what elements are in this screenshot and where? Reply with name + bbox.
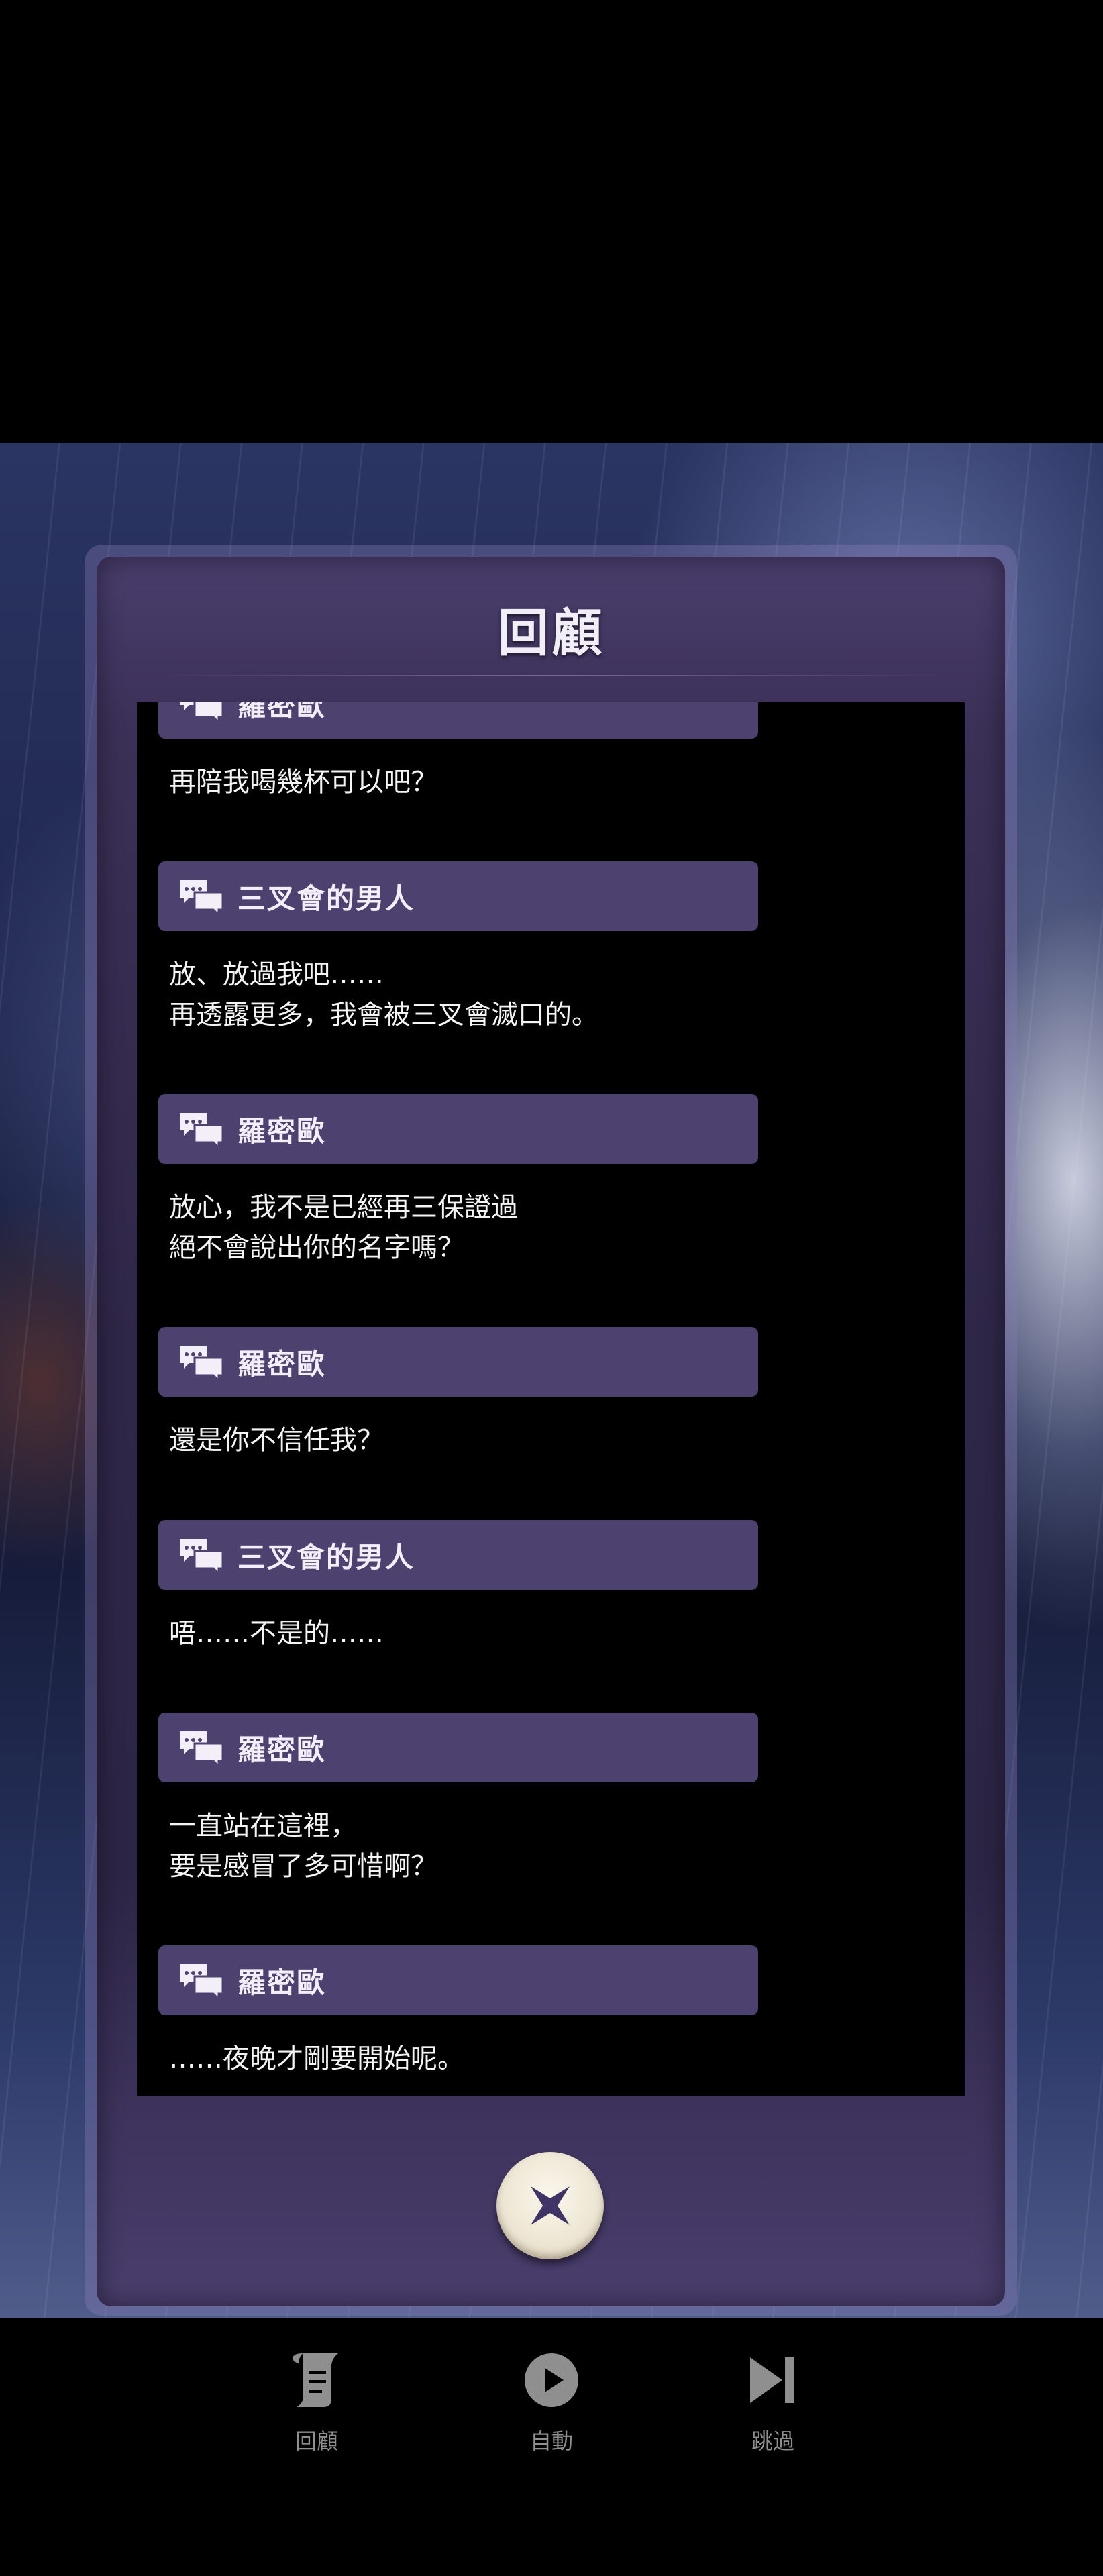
skip-label: 跳過 xyxy=(751,2428,794,2454)
dialogue-line: 放、放過我吧…… xyxy=(169,959,384,990)
speaker-bar: 羅密歐 xyxy=(158,1945,758,2015)
dialogue-line: 要是感冒了多可惜啊？ xyxy=(169,1851,437,1882)
speaker-bar: 羅密歐 xyxy=(158,1327,758,1397)
speaker-bar: 羅密歐 xyxy=(158,702,758,739)
speech-bubbles-icon xyxy=(180,1539,224,1574)
speaker-name: 羅密歐 xyxy=(238,1733,327,1766)
speaker-bar: 羅密歐 xyxy=(158,1094,758,1164)
speaker-name: 羅密歐 xyxy=(238,1114,327,1148)
dialogue-line: 一直站在這裡， xyxy=(169,1811,357,1841)
dialogue-line: ……夜晚才剛要開始呢。 xyxy=(169,2043,464,2074)
auto-label: 自動 xyxy=(529,2428,573,2454)
speaker-name: 羅密歐 xyxy=(238,1966,327,1999)
panel-title: 回顧 xyxy=(498,603,605,663)
speech-bubbles-icon xyxy=(180,702,224,722)
speaker-bar: 三叉會的男人 xyxy=(158,1520,758,1590)
play-icon xyxy=(525,2353,578,2407)
speaker-name: 羅密歐 xyxy=(238,1347,327,1381)
speech-bubbles-icon xyxy=(180,880,224,915)
dialogue-line: 絕不會說出你的名字嗎？ xyxy=(169,1232,464,1263)
dialogue-line: 放心，我不是已經再三保證過 xyxy=(169,1192,518,1223)
speech-bubbles-icon xyxy=(180,1731,224,1766)
speaker-name: 三叉會的男人 xyxy=(238,1540,415,1574)
review-label: 回顧 xyxy=(295,2428,338,2454)
speaker-bar: 羅密歐 xyxy=(158,1713,758,1782)
skip-button[interactable]: 跳過 xyxy=(692,2348,853,2455)
backlog-list[interactable]: 羅密歐 再陪我喝幾杯可以吧？ 三叉會的男人 放、放過我吧…… 再透露更多，我會被… xyxy=(137,702,965,2096)
close-button[interactable] xyxy=(496,2152,604,2259)
speaker-name: 三叉會的男人 xyxy=(238,881,415,915)
title-divider xyxy=(141,675,962,676)
dialogue-line: 再透露更多，我會被三叉會滅口的。 xyxy=(169,1000,598,1030)
auto-button[interactable]: 自動 xyxy=(471,2348,632,2455)
dialogue-line: 還是你不信任我？ xyxy=(169,1425,384,1456)
scroll-icon xyxy=(293,2353,338,2407)
dialogue-line: 再陪我喝幾杯可以吧？ xyxy=(169,767,437,798)
speaker-name: 羅密歐 xyxy=(238,702,327,722)
close-x-icon xyxy=(531,2186,570,2225)
speech-bubbles-icon xyxy=(180,1113,224,1148)
speech-bubbles-icon xyxy=(180,1964,224,1999)
speaker-bar: 三叉會的男人 xyxy=(158,861,758,931)
review-button[interactable]: 回顧 xyxy=(236,2348,397,2455)
skip-forward-icon xyxy=(750,2357,794,2403)
dialogue-line: 唔……不是的…… xyxy=(169,1618,384,1649)
speech-bubbles-icon xyxy=(180,1346,224,1381)
